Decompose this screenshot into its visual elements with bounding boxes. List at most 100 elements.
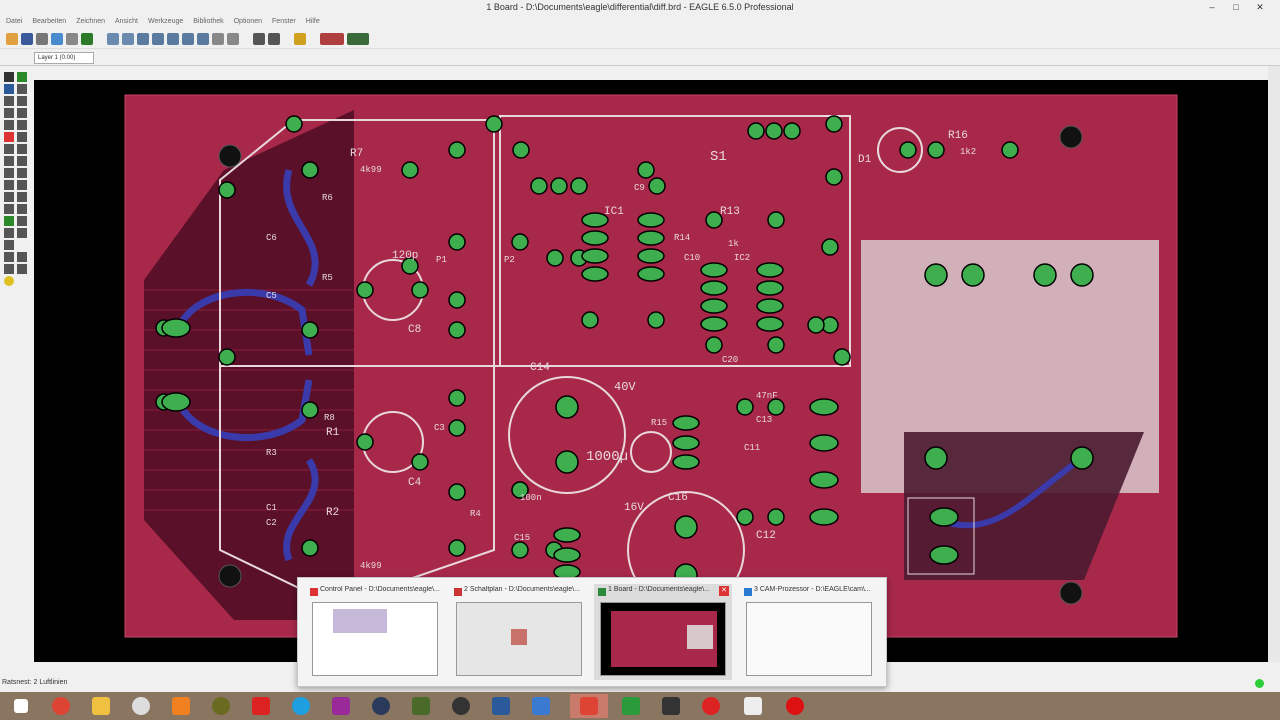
change-icon[interactable] [17,120,27,130]
rect-icon[interactable] [4,204,14,214]
menu-file[interactable]: Datei [6,16,22,28]
menu-options[interactable]: Optionen [234,16,262,28]
split-icon[interactable] [4,144,14,154]
thumb-close-button[interactable]: ✕ [719,586,729,596]
network-icon[interactable] [522,694,560,718]
f-icon[interactable] [734,694,772,718]
eagle-green-icon[interactable] [612,694,650,718]
layers-icon[interactable] [122,32,134,45]
show-icon[interactable] [17,72,27,82]
miter-icon[interactable] [17,156,27,166]
minimize-button[interactable]: – [1204,1,1220,14]
maximize-button[interactable]: □ [1228,1,1244,14]
vertical-scrollbar[interactable] [1268,66,1280,662]
menu-tools[interactable]: Werkzeuge [148,16,183,28]
folder-icon[interactable] [82,694,120,718]
mark-icon[interactable] [17,84,27,94]
cam-icon[interactable] [51,32,63,45]
errors-icon[interactable] [17,264,27,274]
record-icon[interactable] [776,694,814,718]
move-icon[interactable] [4,96,14,106]
signal-icon[interactable] [17,216,27,226]
mirror-icon[interactable] [4,108,14,118]
help-icon[interactable] [294,32,306,45]
bug-icon[interactable] [652,694,690,718]
windows-start-icon[interactable] [2,694,40,718]
route-icon[interactable] [4,168,14,178]
label-c15: C15 [514,533,530,543]
via-icon[interactable] [4,216,14,226]
delete-icon[interactable] [4,132,14,142]
label-c13: C13 [756,415,772,425]
thumb-control-panel[interactable]: Control Panel - D:\Documents\eagle\... [306,584,444,680]
drc-icon[interactable] [17,252,27,262]
ratsnest-icon[interactable] [17,228,27,238]
script-icon[interactable] [66,32,78,45]
thumb-schematic[interactable]: 2 Schaltplan - D:\Documents\eagle\... [450,584,588,680]
label-r6: R6 [322,193,333,203]
close-button[interactable]: ✕ [1252,1,1268,14]
text-icon[interactable] [17,180,27,190]
redo-icon[interactable] [227,32,239,45]
thumb-board[interactable]: 1 Board - D:\Documents\eagle\... ✕ [594,584,732,680]
wire-icon[interactable] [4,180,14,190]
display-icon[interactable] [482,694,520,718]
zoom-out-icon[interactable] [167,32,179,45]
label-s1: S1 [710,149,727,165]
display-icon[interactable] [4,84,14,94]
menu-help[interactable]: Hilfe [306,16,320,28]
photo-icon[interactable] [402,694,440,718]
thumb-cam-processor[interactable]: 3 CAM-Prozessor - D:\EAGLE\cam\... [740,584,878,680]
info-icon[interactable] [4,72,14,82]
ulp-icon[interactable] [347,32,369,45]
steam-icon[interactable] [362,694,400,718]
moon-icon[interactable] [442,694,480,718]
zoom-select-icon[interactable] [197,32,209,45]
save-icon[interactable] [21,32,33,45]
zoom-icon[interactable] [4,264,14,274]
attribute-icon[interactable] [4,240,14,250]
spider-icon[interactable] [242,694,280,718]
zoom-fit-icon[interactable] [137,32,149,45]
zoom-in-icon[interactable] [152,32,164,45]
group-icon[interactable] [4,120,14,130]
redraw-icon[interactable] [182,32,194,45]
smash-icon[interactable] [4,156,14,166]
undo-icon[interactable] [212,32,224,45]
hole-icon[interactable] [4,228,14,238]
menu-edit[interactable]: Bearbeiten [32,16,66,28]
menu-library[interactable]: Bibliothek [193,16,223,28]
warning-icon[interactable] [4,276,14,286]
label-r4: R4 [470,509,481,519]
menu-draw[interactable]: Zeichnen [76,16,105,28]
autorouter-icon[interactable] [4,252,14,262]
winrar-icon[interactable] [322,694,360,718]
go-icon[interactable] [268,32,280,45]
chrome-icon[interactable] [42,694,80,718]
print-icon[interactable] [36,32,48,45]
bug-red-icon[interactable] [692,694,730,718]
circle-icon[interactable] [4,192,14,202]
menu-view[interactable]: Ansicht [115,16,138,28]
design-link-icon[interactable] [320,32,344,45]
ripup-icon[interactable] [17,168,27,178]
label-c14: C14 [530,362,550,374]
alien-icon[interactable] [122,694,160,718]
menu-window[interactable]: Fenster [272,16,296,28]
skype-icon[interactable] [282,694,320,718]
board-canvas[interactable]: R7 4k99 R6 R5 C6 C5 R8 R1 R2 R3 C1 C2 12… [34,80,1268,662]
copy-icon[interactable] [17,96,27,106]
stop-icon[interactable] [253,32,265,45]
arc-icon[interactable] [17,192,27,202]
polygon-icon[interactable] [17,204,27,214]
vlc-icon[interactable] [162,694,200,718]
layer-select[interactable]: Layer 1 (0.00) [34,52,94,64]
open-icon[interactable] [6,32,18,45]
gimp-icon[interactable] [202,694,240,718]
add-icon[interactable] [17,132,27,142]
grid-icon[interactable] [107,32,119,45]
optimize-icon[interactable] [17,144,27,154]
rotate-icon[interactable] [17,108,27,118]
eagle-red-icon[interactable] [570,694,608,718]
run-icon[interactable] [81,32,93,45]
